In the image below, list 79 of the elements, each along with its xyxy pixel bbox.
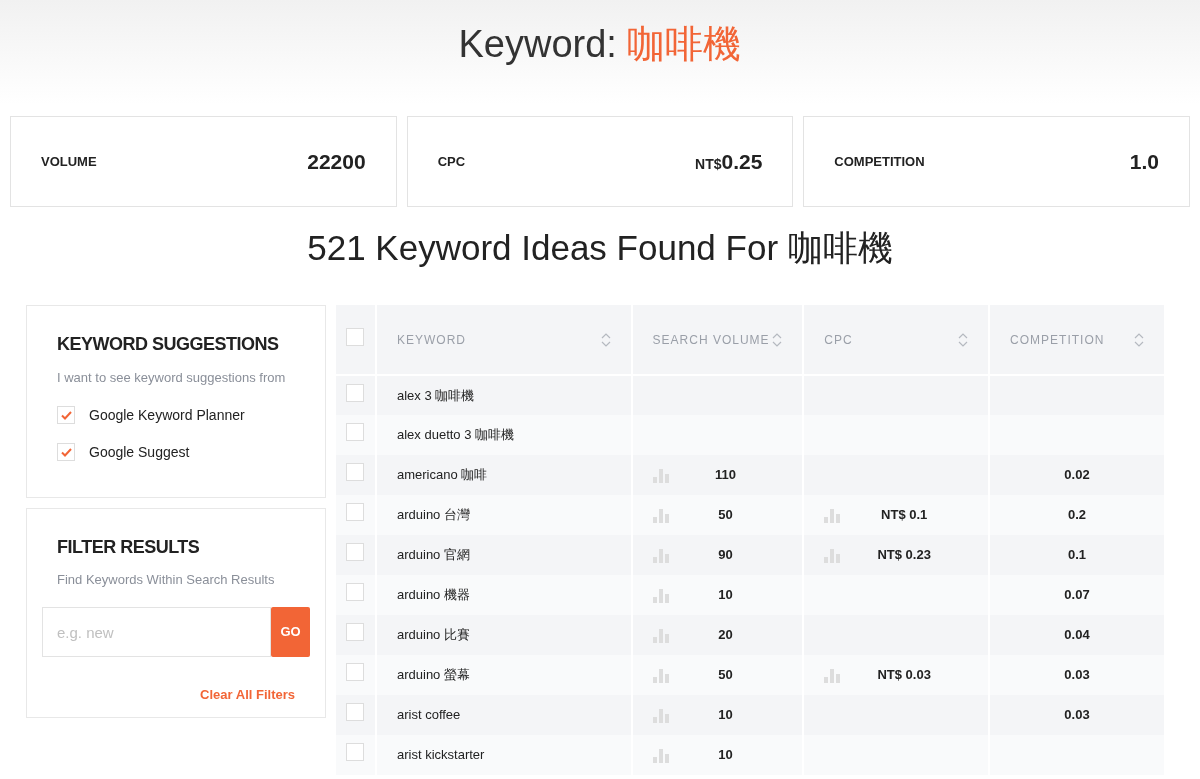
bar-chart-icon[interactable] bbox=[652, 547, 669, 563]
table-value: 0.07 bbox=[1064, 587, 1090, 603]
bar-chart-icon[interactable] bbox=[824, 507, 841, 523]
go-button[interactable]: GO bbox=[271, 607, 310, 658]
checkbox[interactable] bbox=[346, 503, 364, 522]
panel-title: FILTER RESULTS bbox=[57, 536, 201, 559]
checkbox[interactable] bbox=[346, 328, 364, 346]
bar-chart-icon[interactable] bbox=[652, 507, 669, 523]
sort-icon[interactable] bbox=[772, 331, 783, 348]
table-value: 0.02 bbox=[1064, 467, 1090, 483]
keyword-text: americano 咖啡 bbox=[397, 467, 488, 483]
checkbox[interactable] bbox=[346, 383, 364, 402]
bar-chart-icon[interactable] bbox=[652, 627, 669, 643]
keyword-text: alex duetto 3 咖啡機 bbox=[397, 427, 515, 443]
table-value: 50 bbox=[717, 666, 734, 685]
checkbox[interactable] bbox=[346, 663, 364, 682]
stat-value: NT$0.25 bbox=[695, 148, 763, 175]
stat-label: VOLUME bbox=[41, 152, 97, 171]
keyword-text: arist kickstarter bbox=[397, 747, 485, 763]
table-value: 0.2 bbox=[1068, 507, 1087, 523]
stat-label: COMPETITION bbox=[834, 152, 925, 171]
bar-chart-icon[interactable] bbox=[652, 747, 669, 763]
keyword-text: arduino 機器 bbox=[397, 587, 470, 603]
bar-chart-icon[interactable] bbox=[824, 667, 841, 683]
table-value: 50 bbox=[717, 506, 734, 525]
table-value: 90 bbox=[717, 546, 734, 565]
source-label: Google Keyword Planner bbox=[89, 405, 245, 425]
source-label: Google Suggest bbox=[89, 442, 190, 462]
results-heading: 521 Keyword Ideas Found For 咖啡機 bbox=[306, 227, 894, 269]
checkbox[interactable] bbox=[57, 443, 75, 462]
keyword-text: alex 3 咖啡機 bbox=[397, 387, 475, 403]
keyword-text: arduino 螢幕 bbox=[397, 667, 470, 683]
filter-input[interactable]: e.g. new bbox=[42, 607, 271, 658]
check-icon bbox=[60, 447, 72, 457]
check-icon bbox=[60, 410, 72, 420]
bar-chart-icon[interactable] bbox=[824, 547, 841, 563]
panel-description: I want to see keyword suggestions from bbox=[57, 368, 287, 387]
stat-value: 22200 bbox=[307, 148, 366, 175]
table-value: 0.03 bbox=[1064, 667, 1090, 683]
panel-description: Find Keywords Within Search Results bbox=[57, 571, 276, 590]
table-value: NT$ 0.03 bbox=[876, 666, 932, 685]
bar-chart-icon[interactable] bbox=[652, 707, 669, 723]
table-value: NT$ 0.23 bbox=[876, 546, 932, 565]
keyword-text: arduino 台灣 bbox=[397, 507, 470, 523]
table-value: 0.04 bbox=[1064, 627, 1090, 643]
table-value: 20 bbox=[717, 626, 734, 645]
column-header[interactable]: SEARCH VOLUME bbox=[652, 330, 770, 349]
sort-icon[interactable] bbox=[600, 331, 611, 348]
keyword-text: arduino 比賽 bbox=[397, 627, 470, 643]
sort-icon[interactable] bbox=[1134, 331, 1144, 348]
keyword-text: arduino 官網 bbox=[397, 547, 470, 563]
table-value: 0.03 bbox=[1064, 707, 1090, 723]
checkbox[interactable] bbox=[57, 406, 75, 425]
table-value: 0.1 bbox=[1068, 547, 1087, 563]
checkbox[interactable] bbox=[346, 623, 364, 642]
checkbox[interactable] bbox=[346, 423, 364, 442]
table-value: 10 bbox=[717, 746, 734, 765]
stat-label: CPC bbox=[437, 152, 466, 171]
column-header[interactable]: COMPETITION bbox=[1010, 330, 1105, 349]
stat-value: 1.0 bbox=[1129, 148, 1159, 175]
checkbox[interactable] bbox=[346, 703, 364, 722]
page-title: Keyword: 咖啡機 bbox=[457, 22, 743, 67]
table-value: 10 bbox=[717, 706, 734, 725]
table-value: NT$ 0.1 bbox=[880, 506, 929, 525]
checkbox[interactable] bbox=[346, 583, 364, 602]
panel-title: KEYWORD SUGGESTIONS bbox=[57, 334, 280, 356]
checkbox[interactable] bbox=[346, 743, 364, 762]
bar-chart-icon[interactable] bbox=[652, 467, 669, 483]
checkbox[interactable] bbox=[346, 543, 364, 562]
table-value: 10 bbox=[717, 586, 734, 605]
column-header[interactable]: CPC bbox=[824, 330, 853, 349]
bar-chart-icon[interactable] bbox=[652, 587, 669, 603]
sort-icon[interactable] bbox=[958, 331, 969, 348]
column-header[interactable]: KEYWORD bbox=[397, 330, 466, 349]
keyword-text: arist coffee bbox=[397, 707, 461, 723]
checkbox[interactable] bbox=[346, 463, 364, 482]
table-value: 110 bbox=[713, 466, 737, 485]
bar-chart-icon[interactable] bbox=[652, 667, 669, 683]
clear-filters-link[interactable]: Clear All Filters bbox=[200, 685, 295, 705]
